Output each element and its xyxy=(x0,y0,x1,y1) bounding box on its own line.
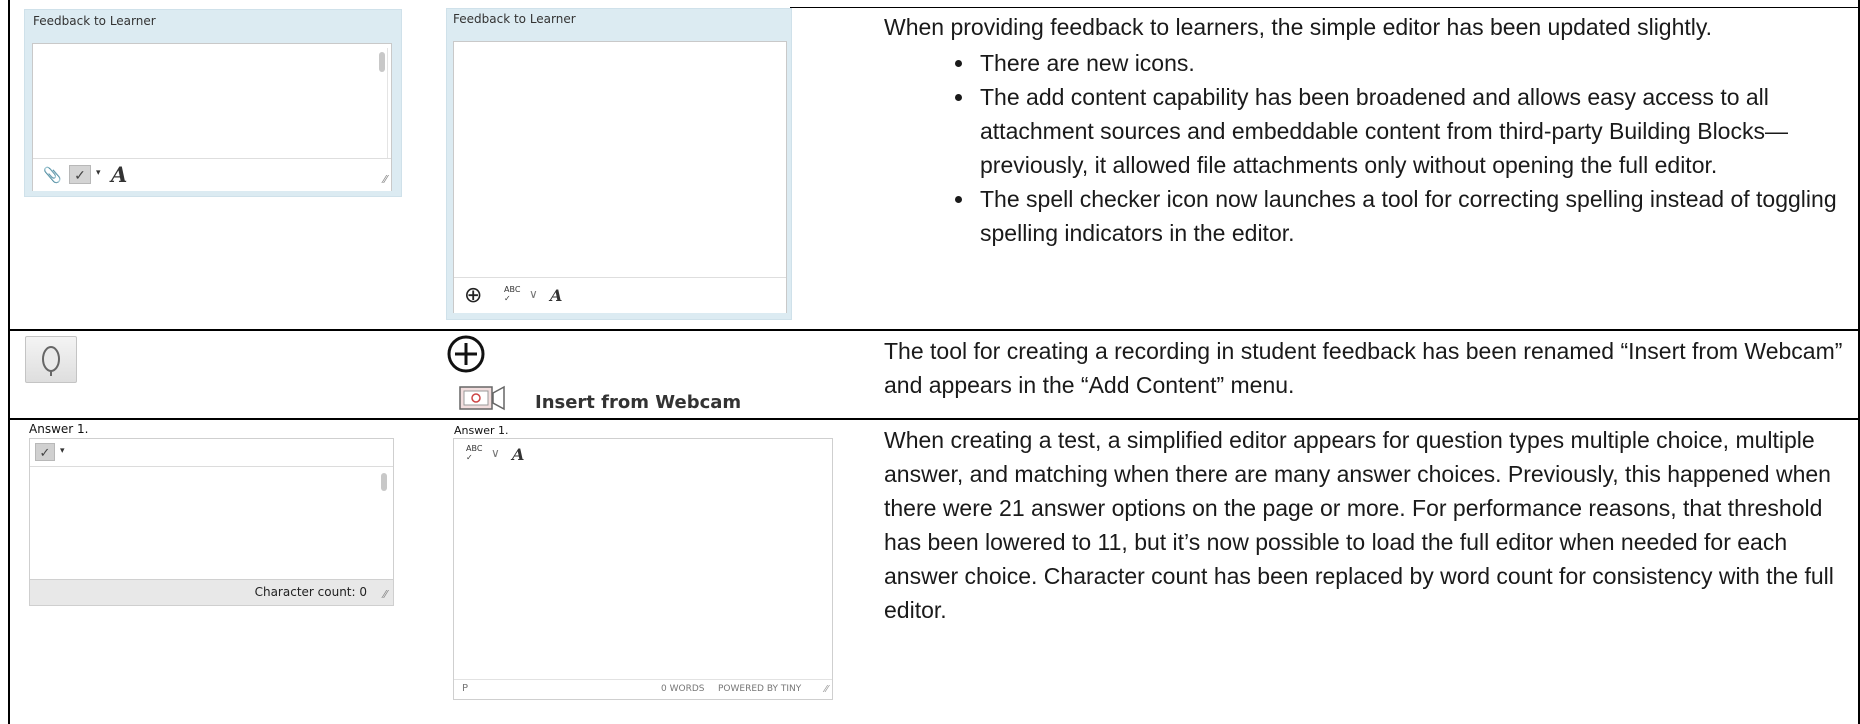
chevron-down-icon[interactable]: ∨ xyxy=(529,287,538,301)
old-answer-label: Answer 1. xyxy=(29,422,89,436)
paperclip-icon[interactable]: 📎 xyxy=(43,166,62,184)
character-count: Character count: 0 xyxy=(254,585,367,599)
row2-description: The tool for creating a recording in stu… xyxy=(884,338,1843,398)
old-feedback-toolbar: 📎 ✓ ▾ A ⁄⁄ xyxy=(33,158,391,191)
row3-description: When creating a test, a simplified edito… xyxy=(884,427,1834,623)
text-format-icon[interactable]: A xyxy=(550,286,562,305)
element-path[interactable]: P xyxy=(462,683,468,694)
table-left-border xyxy=(8,0,10,724)
old-answer-toolbar: ✓ ▾ xyxy=(30,439,393,467)
chevron-down-icon[interactable]: ∨ xyxy=(491,446,500,460)
chevron-down-icon[interactable]: ▾ xyxy=(96,168,101,178)
new-answer-statusbar: P 0 WORDS POWERED BY TINY ⁄⁄ xyxy=(454,679,832,699)
powered-by-tiny-link[interactable]: POWERED BY TINY xyxy=(718,684,801,694)
new-answer-textarea[interactable] xyxy=(454,469,832,677)
old-answer-statusbar: Character count: 0 ⁄⁄ xyxy=(30,579,393,605)
old-feedback-label: Feedback to Learner xyxy=(33,14,156,28)
new-answer-label: Answer 1. xyxy=(454,424,509,437)
new-answer-editor: ABC ✓ ∨ A P 0 WORDS POWERED BY TINY ⁄⁄ xyxy=(453,438,833,700)
scrollbar-track xyxy=(387,48,388,158)
row1-bullet-list: There are new icons. The add content cap… xyxy=(884,46,1844,250)
microphone-button[interactable] xyxy=(25,336,77,383)
spellcheck-toggle-button[interactable]: ✓ xyxy=(35,443,55,461)
text-format-icon[interactable]: A xyxy=(512,445,524,464)
row1-bullet: The spell checker icon now launches a to… xyxy=(976,182,1844,250)
add-content-icon[interactable]: ⊕ xyxy=(464,283,482,308)
new-answer-toolbar: ABC ✓ ∨ A xyxy=(454,439,832,469)
old-answer-textarea[interactable] xyxy=(30,467,393,579)
resize-handle-icon[interactable]: ⁄⁄ xyxy=(825,684,828,695)
font-style-icon[interactable]: A xyxy=(111,162,127,187)
add-content-icon[interactable] xyxy=(446,334,486,374)
microphone-icon xyxy=(42,346,60,376)
word-count[interactable]: 0 WORDS xyxy=(661,684,704,694)
scrollbar-thumb[interactable] xyxy=(379,52,385,72)
row-divider-2 xyxy=(8,418,1860,420)
old-feedback-editor: Feedback to Learner 📎 ✓ ▾ A ⁄⁄ xyxy=(24,9,402,197)
row1-bullet: The add content capability has been broa… xyxy=(976,80,1844,182)
old-answer-editor: ✓ ▾ Character count: 0 ⁄⁄ xyxy=(29,438,394,606)
row1-intro: When providing feedback to learners, the… xyxy=(884,14,1713,40)
spellcheck-icon[interactable]: ABC ✓ xyxy=(466,444,482,462)
resize-handle-icon[interactable]: ⁄⁄ xyxy=(383,173,387,186)
new-feedback-editor: Feedback to Learner ⊕ ABC ✓ ∨ A xyxy=(446,8,792,320)
resize-handle-icon[interactable]: ⁄⁄ xyxy=(383,588,387,601)
spellcheck-toggle-button[interactable]: ✓ xyxy=(69,165,91,184)
old-feedback-textarea[interactable]: 📎 ✓ ▾ A ⁄⁄ xyxy=(32,43,392,191)
row-divider-1 xyxy=(8,329,1860,331)
new-feedback-textarea[interactable]: ⊕ ABC ✓ ∨ A xyxy=(453,41,787,313)
row1-description: When providing feedback to learners, the… xyxy=(884,10,1844,250)
top-border-right xyxy=(790,7,1860,8)
spellcheck-icon[interactable]: ABC ✓ xyxy=(504,285,520,303)
webcam-icon xyxy=(459,385,505,411)
new-feedback-label: Feedback to Learner xyxy=(453,12,576,26)
scrollbar-thumb[interactable] xyxy=(381,473,387,491)
insert-from-webcam-label[interactable]: Insert from Webcam xyxy=(535,392,741,413)
chevron-down-icon[interactable]: ▾ xyxy=(60,446,65,456)
row1-bullet: There are new icons. xyxy=(976,46,1844,80)
new-feedback-toolbar: ⊕ ABC ✓ ∨ A xyxy=(454,277,786,313)
